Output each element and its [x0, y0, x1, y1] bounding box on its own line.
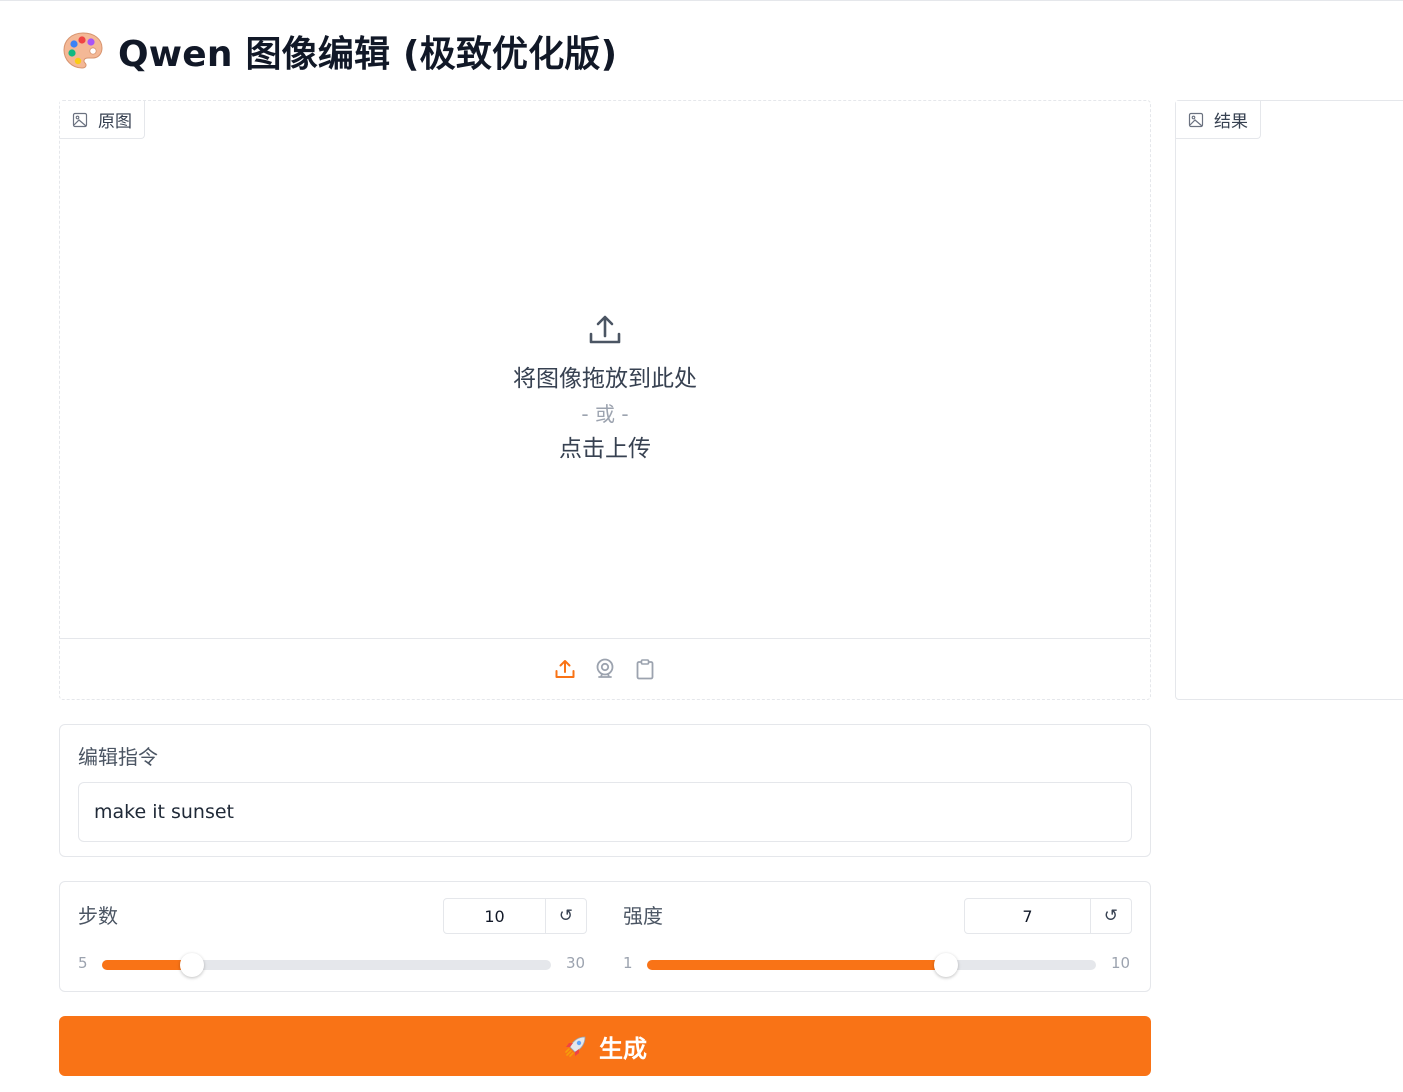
- steps-max: 30: [566, 954, 586, 972]
- image-source-bar: [60, 638, 1150, 699]
- output-image-label-text: 结果: [1214, 112, 1248, 132]
- input-image-label: 原图: [60, 101, 145, 139]
- image-icon: [1188, 112, 1204, 127]
- instruction-input[interactable]: make it sunset: [78, 782, 1132, 842]
- instruction-block: 编辑指令 make it sunset: [59, 724, 1151, 857]
- upload-source-button[interactable]: [554, 658, 576, 680]
- instruction-label: 编辑指令: [78, 745, 158, 769]
- strength-number-box: 7 ↺: [964, 898, 1132, 934]
- strength-reset-button[interactable]: ↺: [1090, 899, 1131, 933]
- upload-icon: [589, 315, 621, 344]
- click-upload-text: 点击上传: [559, 436, 651, 462]
- strength-slider-thumb[interactable]: [934, 953, 959, 977]
- clipboard-source-button[interactable]: [634, 658, 656, 680]
- upload-icon: [555, 660, 575, 678]
- rocket-icon: [565, 1036, 586, 1057]
- strength-slider-block: 强度 7 ↺ 1 10: [605, 882, 1150, 993]
- image-drop-zone[interactable]: 将图像拖放到此处 - 或 - 点击上传: [60, 139, 1150, 639]
- strength-range-row: 1 10: [605, 952, 1150, 978]
- steps-number-input[interactable]: 10: [444, 899, 545, 933]
- or-text: - 或 -: [581, 402, 629, 426]
- generate-button-label: 生成: [599, 1034, 647, 1063]
- steps-number-box: 10 ↺: [443, 898, 587, 934]
- strength-slider-fill: [647, 960, 947, 970]
- reset-icon: ↺: [1103, 906, 1119, 926]
- reset-icon: ↺: [558, 906, 574, 926]
- steps-range-row: 5 30: [60, 952, 605, 978]
- top-divider: [0, 0, 1403, 1]
- output-image-label: 结果: [1176, 101, 1261, 139]
- steps-slider-block: 步数 10 ↺ 5 30: [60, 882, 605, 993]
- strength-slider-track[interactable]: [647, 953, 1096, 977]
- steps-label: 步数: [78, 904, 118, 928]
- steps-min: 5: [78, 954, 88, 972]
- sliders-block: 步数 10 ↺ 5 30 强度 7 ↺ 1 10: [59, 881, 1151, 992]
- input-image-label-text: 原图: [98, 112, 132, 132]
- webcam-icon: [596, 658, 614, 678]
- steps-reset-button[interactable]: ↺: [545, 899, 586, 933]
- input-image-panel: 原图 将图像拖放到此处 - 或 - 点击上传: [59, 100, 1151, 700]
- page-header: Qwen 图像编辑 (极致优化版): [62, 26, 617, 76]
- clipboard-icon: [636, 659, 654, 680]
- image-icon: [72, 112, 88, 127]
- strength-number-input[interactable]: 7: [965, 899, 1090, 933]
- steps-slider-fill: [102, 960, 192, 970]
- steps-slider-track[interactable]: [102, 953, 551, 977]
- webcam-source-button[interactable]: [594, 658, 616, 680]
- page-title: Qwen 图像编辑 (极致优化版): [118, 34, 618, 75]
- strength-max: 10: [1111, 954, 1131, 972]
- strength-label: 强度: [623, 904, 663, 928]
- output-image-panel: 结果: [1175, 100, 1403, 700]
- drop-text: 将图像拖放到此处: [513, 366, 697, 392]
- steps-slider-thumb[interactable]: [179, 953, 204, 977]
- strength-min: 1: [623, 954, 633, 972]
- generate-button[interactable]: 生成: [59, 1016, 1151, 1076]
- palette-icon: [63, 32, 103, 69]
